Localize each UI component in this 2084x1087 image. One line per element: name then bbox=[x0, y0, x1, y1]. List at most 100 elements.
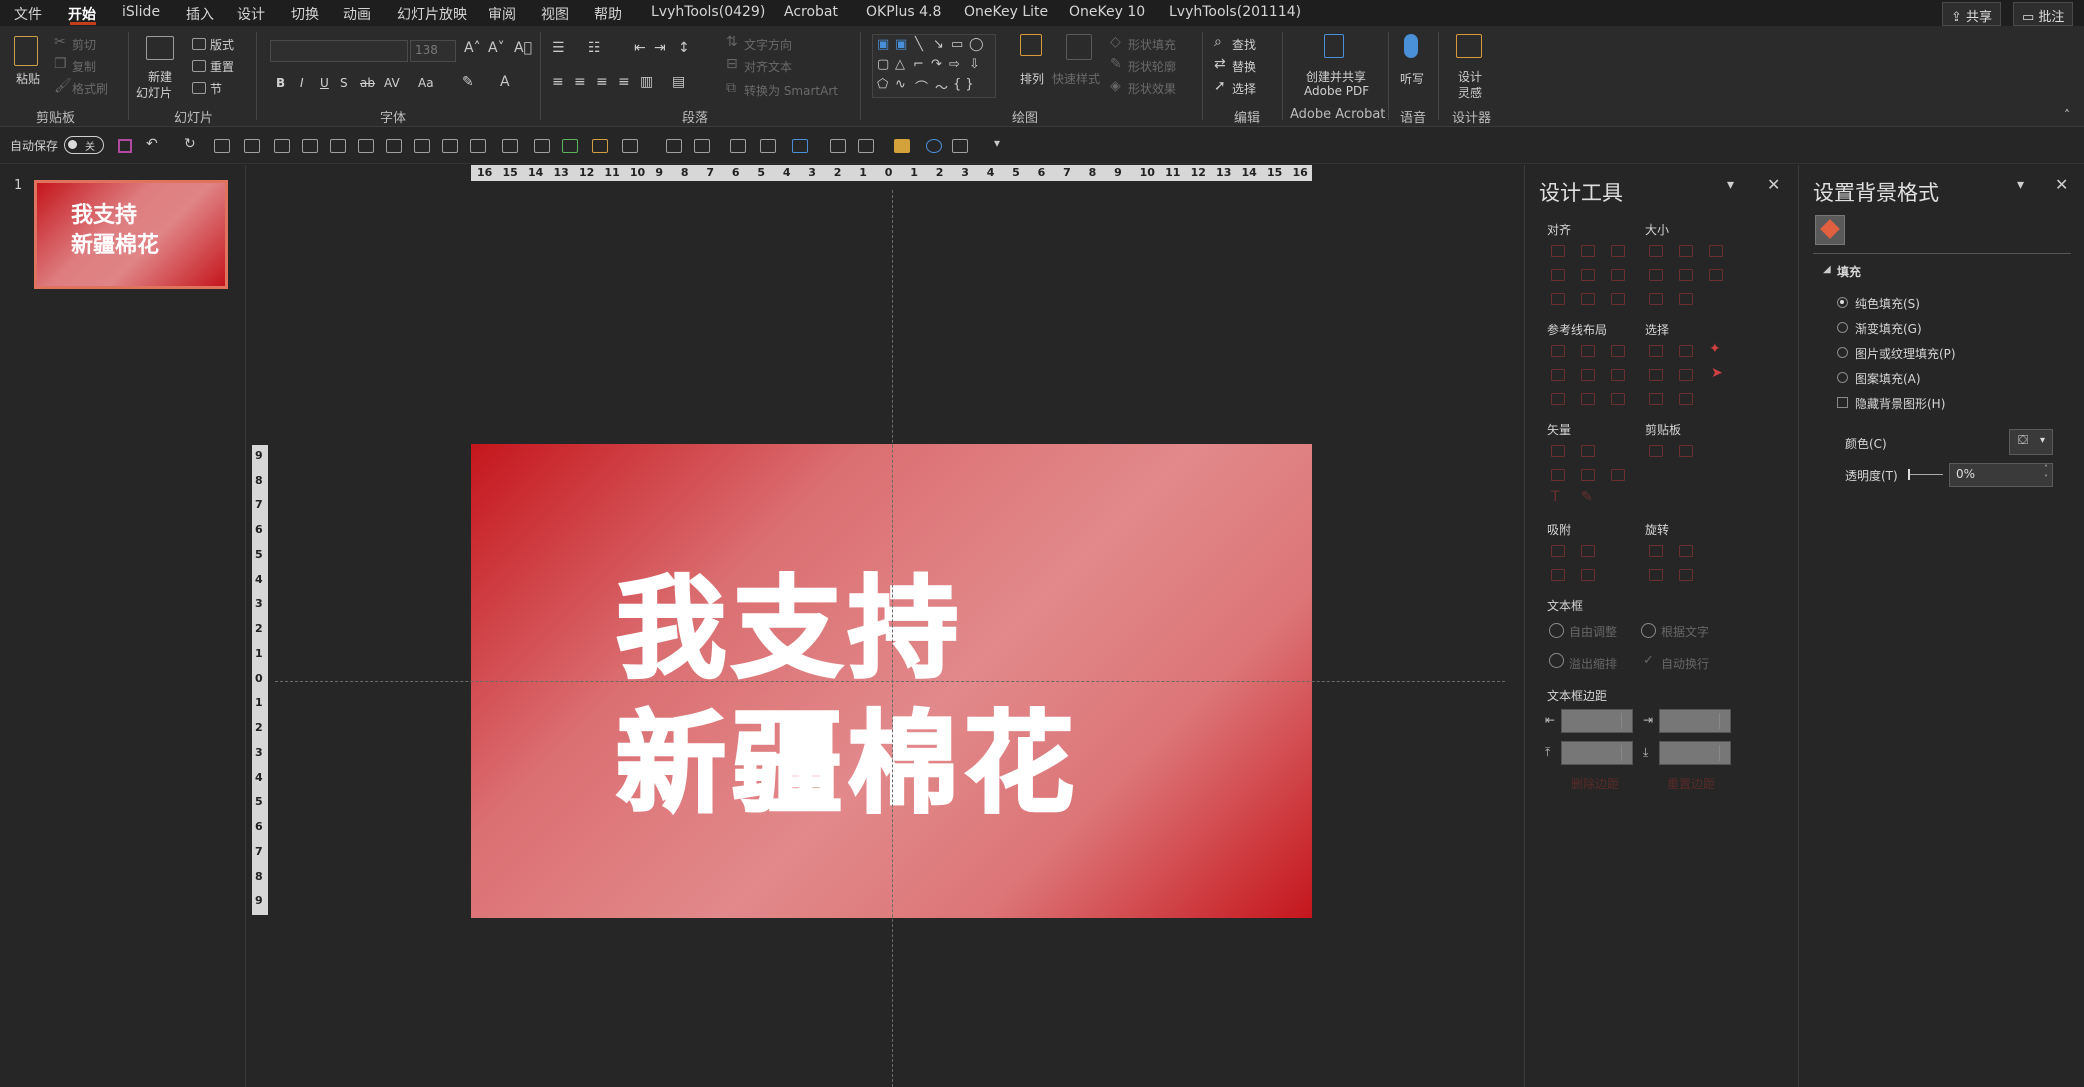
hide-bg-checkbox[interactable] bbox=[1837, 397, 1848, 408]
menu-lvyhtools-0429[interactable]: LvyhTools(0429) bbox=[651, 4, 765, 20]
textbox-icon[interactable]: ▣ bbox=[877, 37, 889, 52]
rotate-tool-icon[interactable] bbox=[1649, 545, 1663, 557]
align-right-icon[interactable]: ≡ bbox=[596, 74, 608, 90]
replace-button[interactable]: 替换 bbox=[1232, 58, 1256, 75]
guide-tool-icon[interactable] bbox=[1611, 393, 1625, 405]
menu-onekey-lite[interactable]: OneKey Lite bbox=[964, 4, 1048, 20]
change-case-button[interactable]: Aa bbox=[418, 76, 434, 90]
group-tool-icon[interactable] bbox=[442, 139, 458, 153]
collapse-ribbon-icon[interactable]: ˄ bbox=[2064, 108, 2070, 122]
autofit-radio[interactable] bbox=[1549, 623, 1564, 638]
wave-icon[interactable]: 〜 bbox=[935, 77, 948, 96]
magic-select-icon[interactable]: ✦ bbox=[1709, 341, 1721, 357]
slider-thumb[interactable] bbox=[1908, 469, 1910, 480]
create-share-pdf-button[interactable]: 创建并共享 bbox=[1306, 68, 1366, 85]
align-tool-icon[interactable] bbox=[1611, 269, 1625, 281]
new-slide-icon[interactable] bbox=[146, 36, 174, 60]
snap-tool-icon[interactable] bbox=[1551, 545, 1565, 557]
vector-tool-icon[interactable] bbox=[1581, 469, 1595, 481]
decrease-indent-icon[interactable]: ⇤ bbox=[634, 40, 646, 56]
edit-shape-tool-icon[interactable] bbox=[666, 139, 682, 153]
horizontal-ruler[interactable]: 16 15 14 13 12 11 10 9 8 7 6 5 4 3 2 1 0 1 2 3 4 5 6 7 8 9 10 11 12 1… bbox=[471, 165, 1312, 181]
menu-view[interactable]: 视图 bbox=[541, 4, 569, 24]
align-text-button[interactable]: 对齐文本 bbox=[744, 58, 792, 75]
vertical-guide[interactable] bbox=[892, 190, 893, 1087]
slide-title-line2[interactable]: 新疆棉花 bbox=[615, 674, 1080, 834]
align-right-tool-icon[interactable] bbox=[274, 139, 290, 153]
close-icon[interactable]: ✕ bbox=[2055, 175, 2068, 194]
rotate-tool-icon[interactable] bbox=[1649, 569, 1663, 581]
format-painter-button[interactable]: 格式刷 bbox=[72, 80, 108, 97]
distribute-v-tool-icon[interactable] bbox=[414, 139, 430, 153]
select-tool-icon[interactable] bbox=[1679, 393, 1693, 405]
align-tool-icon[interactable] bbox=[1551, 293, 1565, 305]
size-tool-icon[interactable] bbox=[1649, 293, 1663, 305]
snap-tool-icon[interactable] bbox=[1581, 569, 1595, 581]
rotate-tool-icon[interactable] bbox=[1679, 569, 1693, 581]
select-tool-icon[interactable] bbox=[1679, 369, 1693, 381]
guide-tool-icon[interactable] bbox=[1551, 345, 1565, 357]
shapes-gallery[interactable]: ▣ ▣ ╲ ↘ ▭ ◯ ▢ △ ⌐ ↷ ⇨ ⇩ ⬠ ∿ ⌒ 〜 { } bbox=[872, 34, 996, 98]
horizontal-guide[interactable] bbox=[275, 681, 1505, 682]
pane-options-icon[interactable]: ▾ bbox=[1727, 177, 1734, 193]
bold-button[interactable]: B bbox=[276, 76, 285, 90]
design-ideas-label2[interactable]: 灵感 bbox=[1458, 84, 1482, 101]
select-button[interactable]: 选择 bbox=[1232, 80, 1256, 97]
vertical-ruler[interactable]: 9 8 7 6 5 4 3 2 1 0 1 2 3 4 5 6 7 8 9 bbox=[252, 445, 268, 915]
overflow-radio[interactable] bbox=[1549, 653, 1564, 668]
size-tool-icon[interactable] bbox=[1709, 245, 1723, 257]
align-tool-icon[interactable] bbox=[1581, 269, 1595, 281]
comment-button[interactable]: ▭ 批注 bbox=[2013, 2, 2074, 26]
align-tool-icon[interactable] bbox=[1581, 293, 1595, 305]
picture-fill-label[interactable]: 图片或纹理填充(P) bbox=[1855, 345, 1956, 362]
oval-icon[interactable]: ◯ bbox=[969, 37, 984, 52]
save-icon[interactable] bbox=[118, 139, 132, 153]
numbering-icon[interactable]: ☷ bbox=[588, 40, 601, 56]
font-size-combo[interactable]: 138 bbox=[410, 40, 456, 62]
menu-islide[interactable]: iSlide bbox=[122, 4, 160, 20]
size-tool-icon[interactable] bbox=[1649, 245, 1663, 257]
shrink-font-icon[interactable]: A˅ bbox=[488, 40, 505, 56]
find-button[interactable]: 查找 bbox=[1232, 36, 1256, 53]
guide-tool-icon[interactable] bbox=[1581, 369, 1595, 381]
distribute-icon[interactable]: ▥ bbox=[640, 74, 653, 90]
align-tool-icon[interactable] bbox=[1551, 269, 1565, 281]
select-tool-icon[interactable] bbox=[1649, 369, 1663, 381]
fill-tab[interactable] bbox=[1815, 215, 1845, 245]
size-tool-icon[interactable] bbox=[1709, 269, 1723, 281]
new-slide-button[interactable]: 新建 bbox=[148, 68, 172, 85]
menu-insert[interactable]: 插入 bbox=[186, 4, 214, 24]
align-left-icon[interactable]: ≡ bbox=[552, 74, 564, 90]
vector-tool-icon[interactable] bbox=[1551, 469, 1565, 481]
dictate-button[interactable]: 听写 bbox=[1400, 70, 1424, 87]
fit-text-radio[interactable] bbox=[1641, 623, 1656, 638]
reset-button[interactable]: 重置 bbox=[210, 58, 234, 75]
size-tool-icon[interactable] bbox=[1679, 245, 1693, 257]
autosave-toggle[interactable]: 关 bbox=[64, 136, 104, 154]
fill-section-header[interactable]: 填充 bbox=[1837, 263, 1861, 280]
menu-design[interactable]: 设计 bbox=[237, 4, 265, 24]
hide-bg-label[interactable]: 隐藏背景图形(H) bbox=[1855, 395, 1945, 412]
undo-icon[interactable]: ↶ bbox=[146, 136, 158, 152]
solid-fill-label[interactable]: 纯色填充(S) bbox=[1855, 295, 1920, 312]
shadow-button[interactable]: S bbox=[340, 76, 348, 90]
quick-styles-button[interactable]: 快速样式 bbox=[1052, 70, 1100, 87]
pdf-icon[interactable] bbox=[1324, 34, 1344, 58]
align-top-tool-icon[interactable] bbox=[302, 139, 318, 153]
line-spacing-icon[interactable]: ↕ bbox=[678, 40, 690, 56]
guide-tool-icon[interactable] bbox=[1581, 345, 1595, 357]
guide-tool-icon[interactable] bbox=[1611, 345, 1625, 357]
pen-tool-icon[interactable]: ✎ bbox=[1581, 489, 1593, 505]
menu-help[interactable]: 帮助 bbox=[594, 4, 622, 24]
picture-tool-icon[interactable] bbox=[562, 139, 578, 153]
grow-font-icon[interactable]: A˄ bbox=[464, 40, 481, 56]
new-slide-button-label2[interactable]: 幻灯片 bbox=[136, 84, 172, 101]
shape-effects-button[interactable]: 形状效果 bbox=[1128, 80, 1176, 97]
align-tool-icon[interactable] bbox=[1581, 245, 1595, 257]
redo-icon[interactable]: ↻ bbox=[184, 136, 196, 152]
margin-top-input[interactable] bbox=[1561, 741, 1633, 765]
menu-acrobat[interactable]: Acrobat bbox=[784, 4, 838, 20]
gradient-fill-label[interactable]: 渐变填充(G) bbox=[1855, 320, 1922, 337]
rotate-tool-icon[interactable] bbox=[1679, 545, 1693, 557]
close-icon[interactable]: ✕ bbox=[1767, 175, 1780, 194]
